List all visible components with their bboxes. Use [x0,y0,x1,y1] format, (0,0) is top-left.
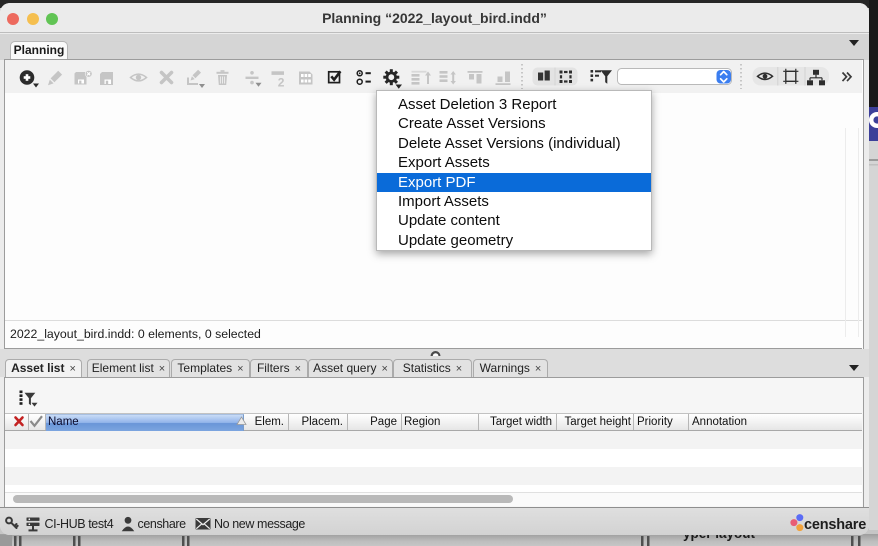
svg-text:censhare: censhare [804,517,866,533]
svg-text:2: 2 [278,76,285,90]
